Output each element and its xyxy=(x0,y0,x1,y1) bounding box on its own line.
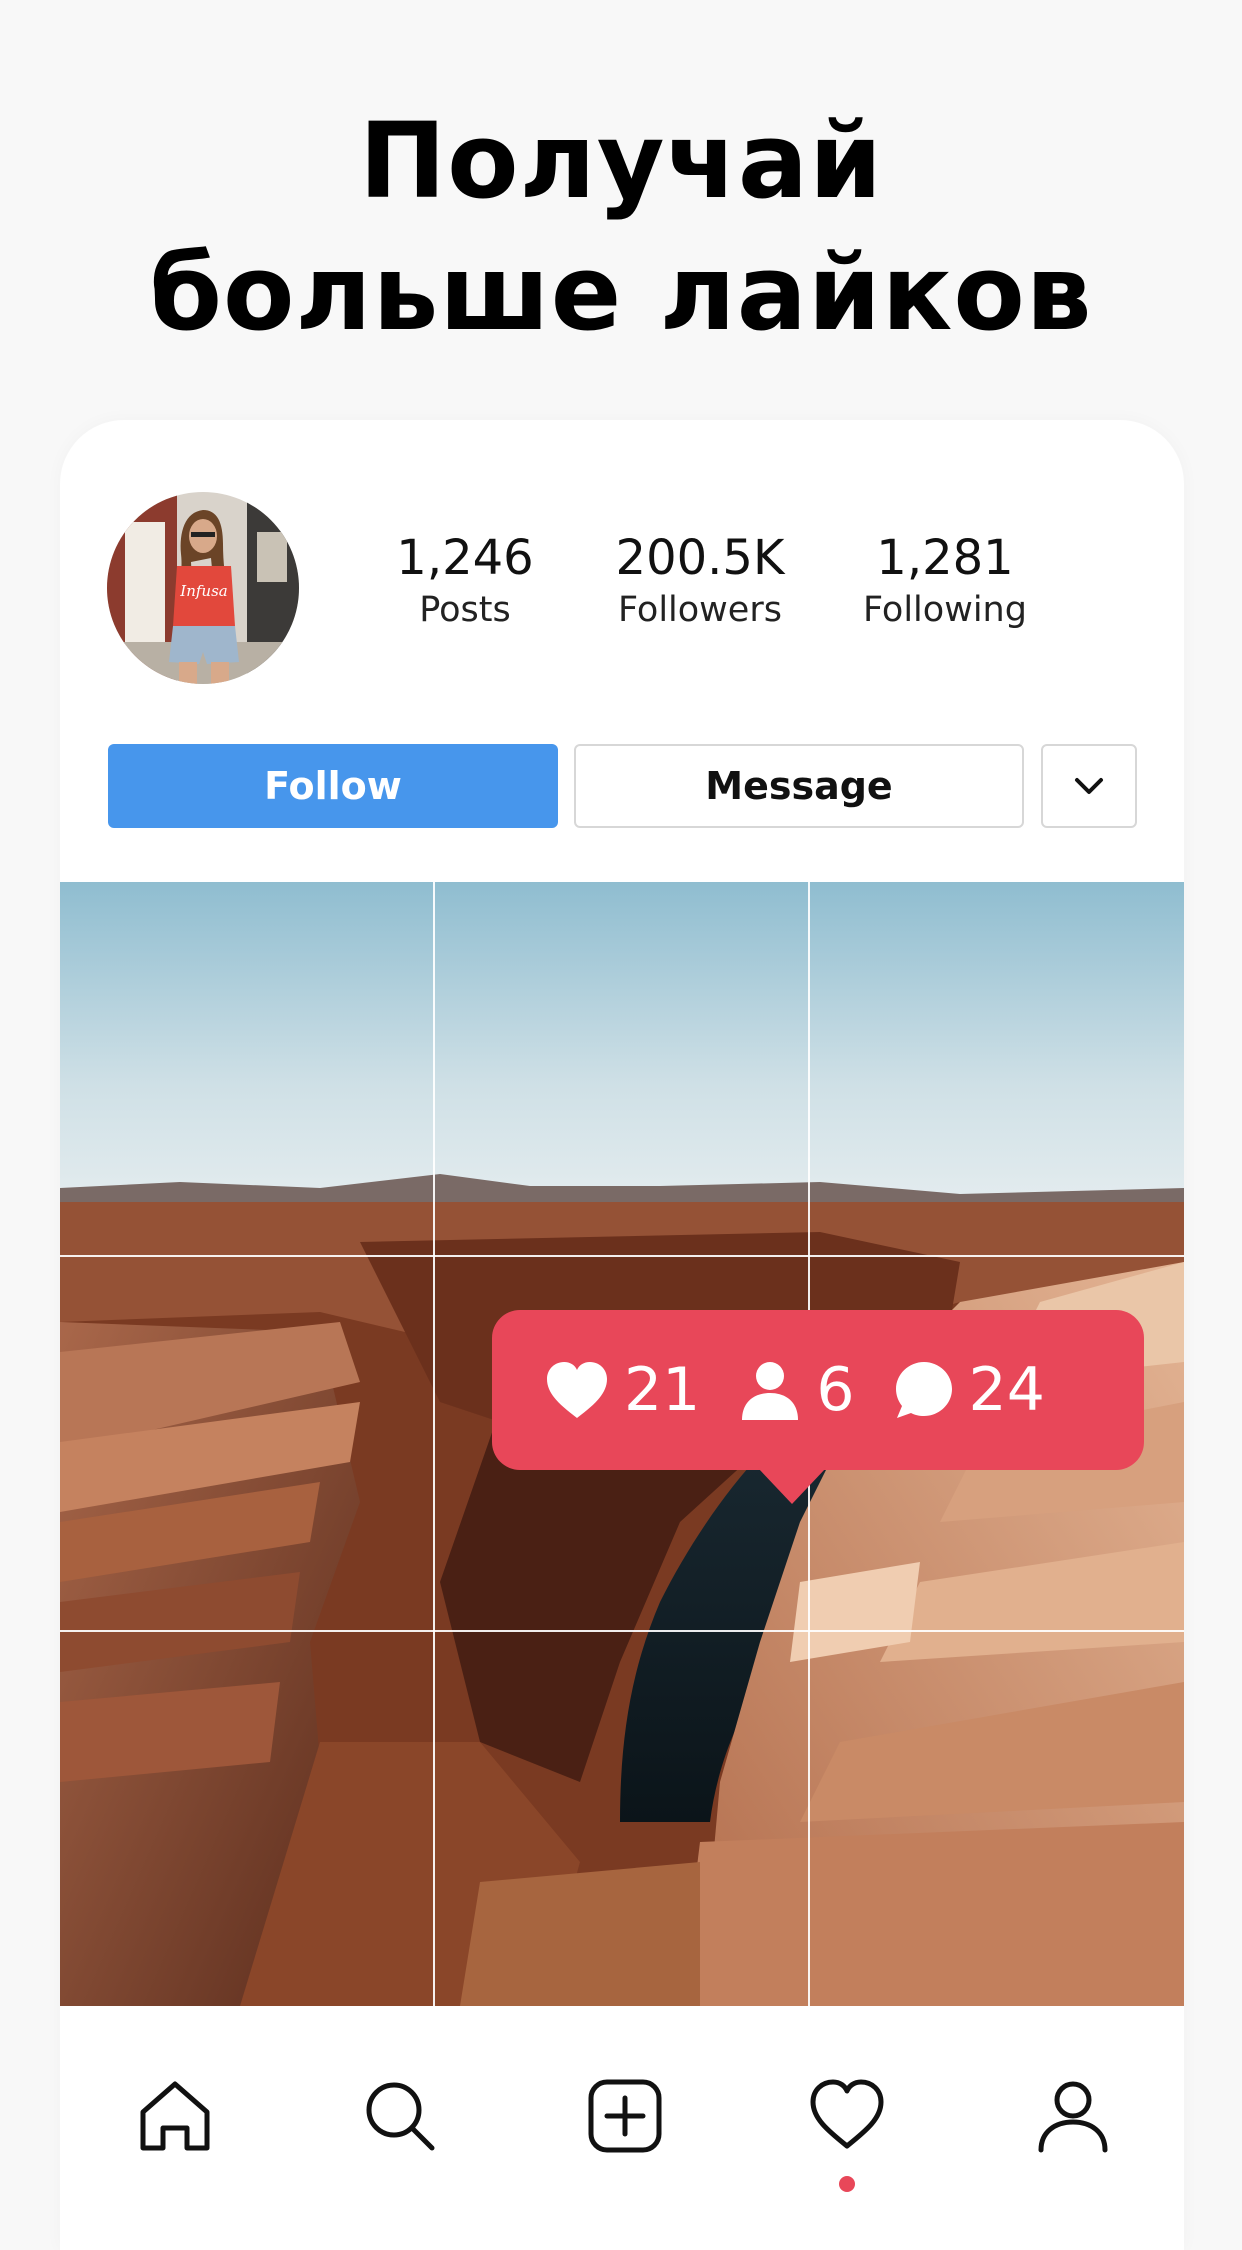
stat-followers[interactable]: 200.5K Followers xyxy=(590,530,810,634)
chevron-down-icon xyxy=(1075,778,1103,794)
profile-icon xyxy=(1038,2081,1108,2153)
tab-add-post[interactable] xyxy=(585,2076,665,2156)
tab-activity[interactable] xyxy=(807,2076,887,2156)
headline-line-2: больше лайков xyxy=(149,232,1093,354)
headline-line-1: Получай xyxy=(359,100,883,222)
bubble-tail xyxy=(758,1468,826,1504)
search-icon xyxy=(366,2082,435,2151)
posts-count: 1,246 xyxy=(396,530,534,586)
avatar-shirt-text: Infusa xyxy=(179,582,227,600)
grid-divider xyxy=(60,1255,1184,1257)
posts-label: Posts xyxy=(419,590,511,630)
tab-profile[interactable] xyxy=(1033,2076,1113,2156)
activity-notification-bubble: 21 6 24 xyxy=(492,1310,1144,1504)
comments-count: 24 xyxy=(968,1355,1045,1425)
more-options-button[interactable] xyxy=(1041,744,1137,828)
comment-icon xyxy=(895,1362,952,1418)
headline: Получай больше лайков xyxy=(0,95,1242,359)
home-icon xyxy=(140,2081,210,2151)
message-button[interactable]: Message xyxy=(574,744,1024,828)
add-post-icon xyxy=(588,2079,662,2153)
followers-label: Followers xyxy=(618,590,782,630)
followers-new-count: 6 xyxy=(816,1355,855,1425)
grid-divider xyxy=(433,882,435,2006)
followers-count: 200.5K xyxy=(615,530,785,586)
tab-home[interactable] xyxy=(135,2076,215,2156)
avatar[interactable]: Infusa xyxy=(107,492,299,684)
comments-count-item: 24 xyxy=(893,1355,1045,1425)
stat-posts[interactable]: 1,246 Posts xyxy=(370,530,560,634)
followers-count-item: 6 xyxy=(738,1355,855,1425)
person-icon xyxy=(742,1362,799,1420)
likes-count: 21 xyxy=(624,1355,701,1425)
following-count: 1,281 xyxy=(876,530,1014,586)
tab-bar xyxy=(60,2006,1184,2250)
likes-count-item: 21 xyxy=(544,1355,700,1425)
stat-following[interactable]: 1,281 Following xyxy=(840,530,1050,634)
tab-search[interactable] xyxy=(360,2076,440,2156)
activity-indicator-dot xyxy=(839,2176,855,2192)
heart-icon xyxy=(547,1362,607,1418)
grid-divider xyxy=(60,1630,1184,1632)
following-label: Following xyxy=(863,590,1027,630)
follow-button[interactable]: Follow xyxy=(108,744,558,828)
activity-heart-icon xyxy=(810,2079,884,2149)
